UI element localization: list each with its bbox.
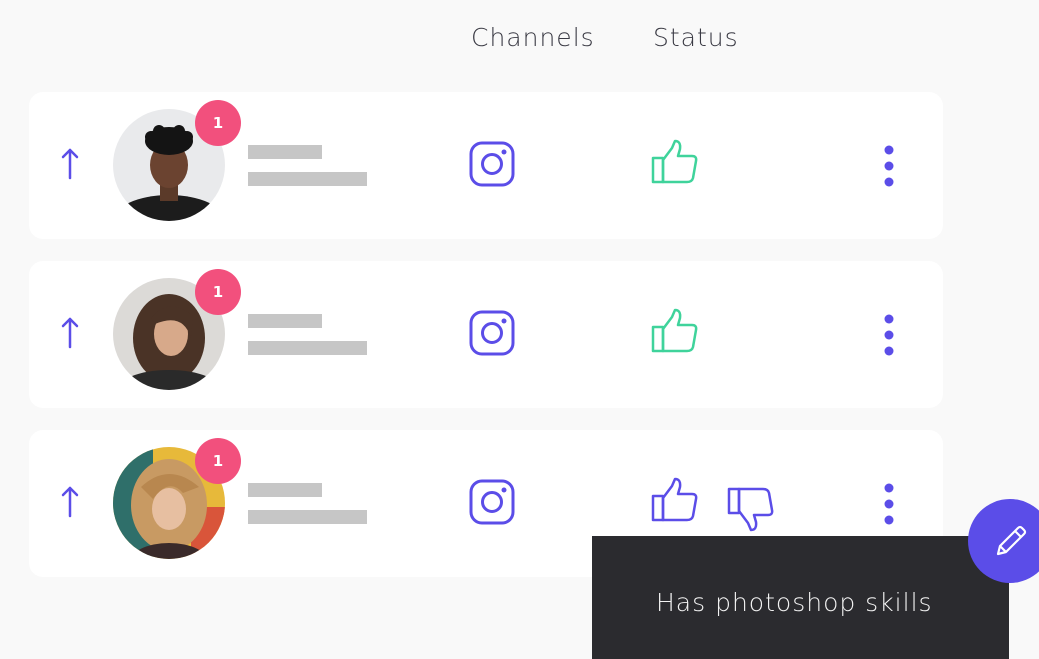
- instagram-icon[interactable]: [469, 310, 515, 356]
- pencil-icon: [996, 525, 1027, 556]
- subtitle-placeholder: [248, 510, 367, 524]
- col-header-channels: Channels: [471, 23, 595, 52]
- more-options-icon[interactable]: [879, 144, 899, 188]
- thumbs-up-icon[interactable]: [650, 138, 700, 188]
- name-placeholder: [248, 483, 322, 497]
- tooltip-text: Has photoshop skills: [656, 588, 933, 617]
- notification-badge: 1: [195, 100, 241, 146]
- more-options-icon[interactable]: [879, 482, 899, 526]
- instagram-icon[interactable]: [469, 479, 515, 525]
- col-header-status: Status: [653, 23, 739, 52]
- subtitle-placeholder: [248, 172, 367, 186]
- thumbs-down-icon[interactable]: [726, 483, 776, 533]
- instagram-icon[interactable]: [469, 141, 515, 187]
- notification-badge: 1: [195, 438, 241, 484]
- thumbs-up-icon[interactable]: [650, 307, 700, 357]
- more-options-icon[interactable]: [879, 313, 899, 357]
- list-item[interactable]: 1: [29, 92, 943, 239]
- subtitle-placeholder: [248, 341, 367, 355]
- name-placeholder: [248, 145, 322, 159]
- arrow-up-icon[interactable]: [59, 315, 81, 349]
- arrow-up-icon[interactable]: [59, 484, 81, 518]
- list-item[interactable]: 1: [29, 261, 943, 408]
- thumbs-up-icon[interactable]: [650, 476, 700, 526]
- tooltip: Has photoshop skills: [592, 536, 1009, 659]
- arrow-up-icon[interactable]: [59, 146, 81, 180]
- notification-badge: 1: [195, 269, 241, 315]
- name-placeholder: [248, 314, 322, 328]
